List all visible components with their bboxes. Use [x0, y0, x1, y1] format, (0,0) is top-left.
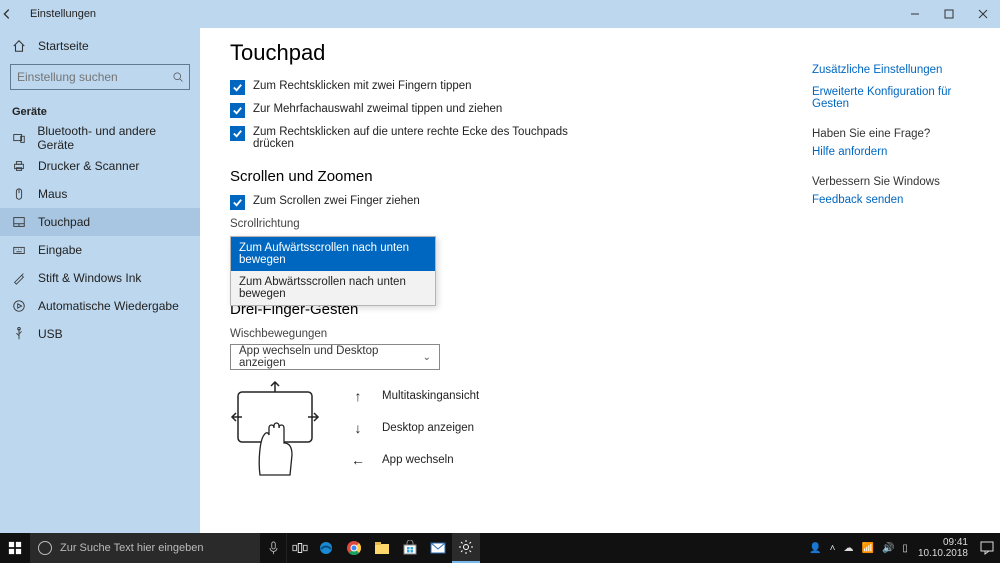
sidebar-item-label: Touchpad: [38, 215, 90, 229]
maximize-button[interactable]: [932, 0, 966, 28]
mic-icon[interactable]: [260, 541, 286, 555]
onedrive-icon[interactable]: ☁: [844, 543, 854, 554]
sidebar-item-mouse[interactable]: Maus: [0, 180, 200, 208]
sidebar-item-label: Drucker & Scanner: [38, 159, 139, 173]
printer-icon: [10, 157, 28, 175]
question-header: Haben Sie eine Frage?: [812, 128, 972, 140]
gesture-left: ←App wechseln: [348, 452, 479, 468]
checkbox-checked-icon: [230, 195, 245, 210]
taskbar-app-settings[interactable]: [452, 533, 480, 563]
dropdown-value: App wechseln und Desktop anzeigen: [239, 345, 423, 369]
arrow-down-icon: ↓: [348, 420, 368, 436]
battery-icon[interactable]: ▯: [902, 543, 908, 554]
checkbox-double-tap-drag[interactable]: Zur Mehrfachauswahl zweimal tippen und z…: [230, 103, 570, 118]
checkbox-label: Zum Scrollen zwei Finger ziehen: [253, 195, 420, 207]
related-links: Zusätzliche Einstellungen Erweiterte Kon…: [812, 64, 972, 216]
people-icon[interactable]: 👤: [809, 543, 821, 554]
sidebar-home-label: Startseite: [38, 39, 89, 53]
devices-icon: [10, 129, 27, 147]
sidebar-item-label: Eingabe: [38, 243, 82, 257]
action-center-icon[interactable]: [974, 541, 1000, 555]
page-title: Touchpad: [230, 40, 980, 66]
tray-chevron-up-icon[interactable]: ˄: [830, 543, 836, 554]
gesture-up: ↑Multitaskingansicht: [348, 388, 479, 404]
taskbar-search[interactable]: Zur Suche Text hier eingeben: [30, 533, 260, 563]
sidebar-home[interactable]: Startseite: [0, 32, 200, 60]
sidebar-item-label: Bluetooth- und andere Geräte: [37, 124, 190, 152]
cortana-icon: [38, 541, 52, 555]
taskbar: Zur Suche Text hier eingeben 👤 ˄ ☁ 📶 🔊 ▯…: [0, 533, 1000, 563]
scroll-direction-dropdown-open[interactable]: Zum Aufwärtsscrollen nach unten bewegen …: [230, 236, 436, 306]
sidebar-item-label: USB: [38, 327, 63, 341]
taskbar-app-store[interactable]: [396, 533, 424, 563]
checkbox-checked-icon: [230, 126, 245, 141]
network-icon[interactable]: 📶: [862, 543, 874, 554]
taskbar-search-placeholder: Zur Suche Text hier eingeben: [60, 542, 204, 554]
pen-icon: [10, 269, 28, 287]
sidebar-search[interactable]: [10, 64, 190, 90]
usb-icon: [10, 325, 28, 343]
sidebar-item-bluetooth[interactable]: Bluetooth- und andere Geräte: [0, 124, 200, 152]
taskbar-app-edge[interactable]: [312, 533, 340, 563]
checkbox-rightclick-corner[interactable]: Zum Rechtsklicken auf die untere rechte …: [230, 126, 570, 150]
improve-header: Verbessern Sie Windows: [812, 176, 972, 188]
search-input[interactable]: [17, 70, 172, 84]
home-icon: [10, 37, 28, 55]
start-button[interactable]: [0, 533, 30, 563]
scroll-direction-label: Scrollrichtung: [230, 218, 980, 230]
sidebar-item-label: Maus: [38, 187, 67, 201]
chevron-down-icon: ⌄: [423, 352, 431, 363]
checkbox-checked-icon: [230, 103, 245, 118]
sidebar-item-label: Automatische Wiedergabe: [38, 299, 179, 313]
sidebar-item-touchpad[interactable]: Touchpad: [0, 208, 200, 236]
sidebar-item-usb[interactable]: USB: [0, 320, 200, 348]
arrow-up-icon: ↑: [348, 388, 368, 404]
system-tray[interactable]: 👤 ˄ ☁ 📶 🔊 ▯ 09:41 10.10.2018: [805, 537, 1000, 559]
keyboard-icon: [10, 241, 28, 259]
sidebar-group-label: Geräte: [0, 96, 200, 124]
sidebar-item-printers[interactable]: Drucker & Scanner: [0, 152, 200, 180]
content-area: Touchpad Zum Rechtsklicken mit zwei Fing…: [200, 28, 1000, 533]
taskbar-clock[interactable]: 09:41 10.10.2018: [912, 537, 974, 559]
sidebar-item-typing[interactable]: Eingabe: [0, 236, 200, 264]
touchpad-icon: [10, 213, 28, 231]
back-button[interactable]: [0, 7, 30, 21]
gesture-diagram: ↑Multitaskingansicht ↓Desktop anzeigen ←…: [230, 380, 980, 484]
checkbox-label: Zum Rechtsklicken mit zwei Fingern tippe…: [253, 80, 472, 92]
sidebar-item-pen[interactable]: Stift & Windows Ink: [0, 264, 200, 292]
taskbar-app-mail[interactable]: [424, 533, 452, 563]
search-icon: [172, 71, 184, 83]
taskbar-app-explorer[interactable]: [368, 533, 396, 563]
close-button[interactable]: [966, 0, 1000, 28]
checkbox-checked-icon: [230, 80, 245, 95]
checkbox-rightclick-two-finger[interactable]: Zum Rechtsklicken mit zwei Fingern tippe…: [230, 80, 570, 95]
dropdown-option[interactable]: Zum Abwärtsscrollen nach unten bewegen: [231, 271, 435, 305]
swipe-dropdown[interactable]: App wechseln und Desktop anzeigen ⌄: [230, 344, 440, 370]
link-advanced-gestures[interactable]: Erweiterte Konfiguration für Gesten: [812, 86, 972, 110]
checkbox-label: Zum Rechtsklicken auf die untere rechte …: [253, 126, 570, 150]
link-get-help[interactable]: Hilfe anfordern: [812, 146, 972, 158]
touchpad-illustration: [230, 380, 320, 484]
mouse-icon: [10, 185, 28, 203]
sidebar-item-label: Stift & Windows Ink: [38, 271, 141, 285]
sidebar: Startseite Geräte Bluetooth- und andere …: [0, 28, 200, 533]
title-bar: Einstellungen: [0, 0, 1000, 28]
checkbox-two-finger-scroll[interactable]: Zum Scrollen zwei Finger ziehen: [230, 195, 570, 210]
checkbox-label: Zur Mehrfachauswahl zweimal tippen und z…: [253, 103, 502, 115]
link-feedback[interactable]: Feedback senden: [812, 194, 972, 206]
task-view-button[interactable]: [286, 533, 312, 563]
volume-icon[interactable]: 🔊: [882, 543, 894, 554]
window-title: Einstellungen: [30, 8, 96, 20]
sidebar-item-autoplay[interactable]: Automatische Wiedergabe: [0, 292, 200, 320]
link-additional-settings[interactable]: Zusätzliche Einstellungen: [812, 64, 972, 76]
play-icon: [10, 297, 28, 315]
minimize-button[interactable]: [898, 0, 932, 28]
arrow-left-icon: ←: [348, 452, 368, 468]
dropdown-option-selected[interactable]: Zum Aufwärtsscrollen nach unten bewegen: [231, 237, 435, 271]
gesture-down: ↓Desktop anzeigen: [348, 420, 479, 436]
taskbar-app-chrome[interactable]: [340, 533, 368, 563]
swipe-label: Wischbewegungen: [230, 328, 980, 340]
